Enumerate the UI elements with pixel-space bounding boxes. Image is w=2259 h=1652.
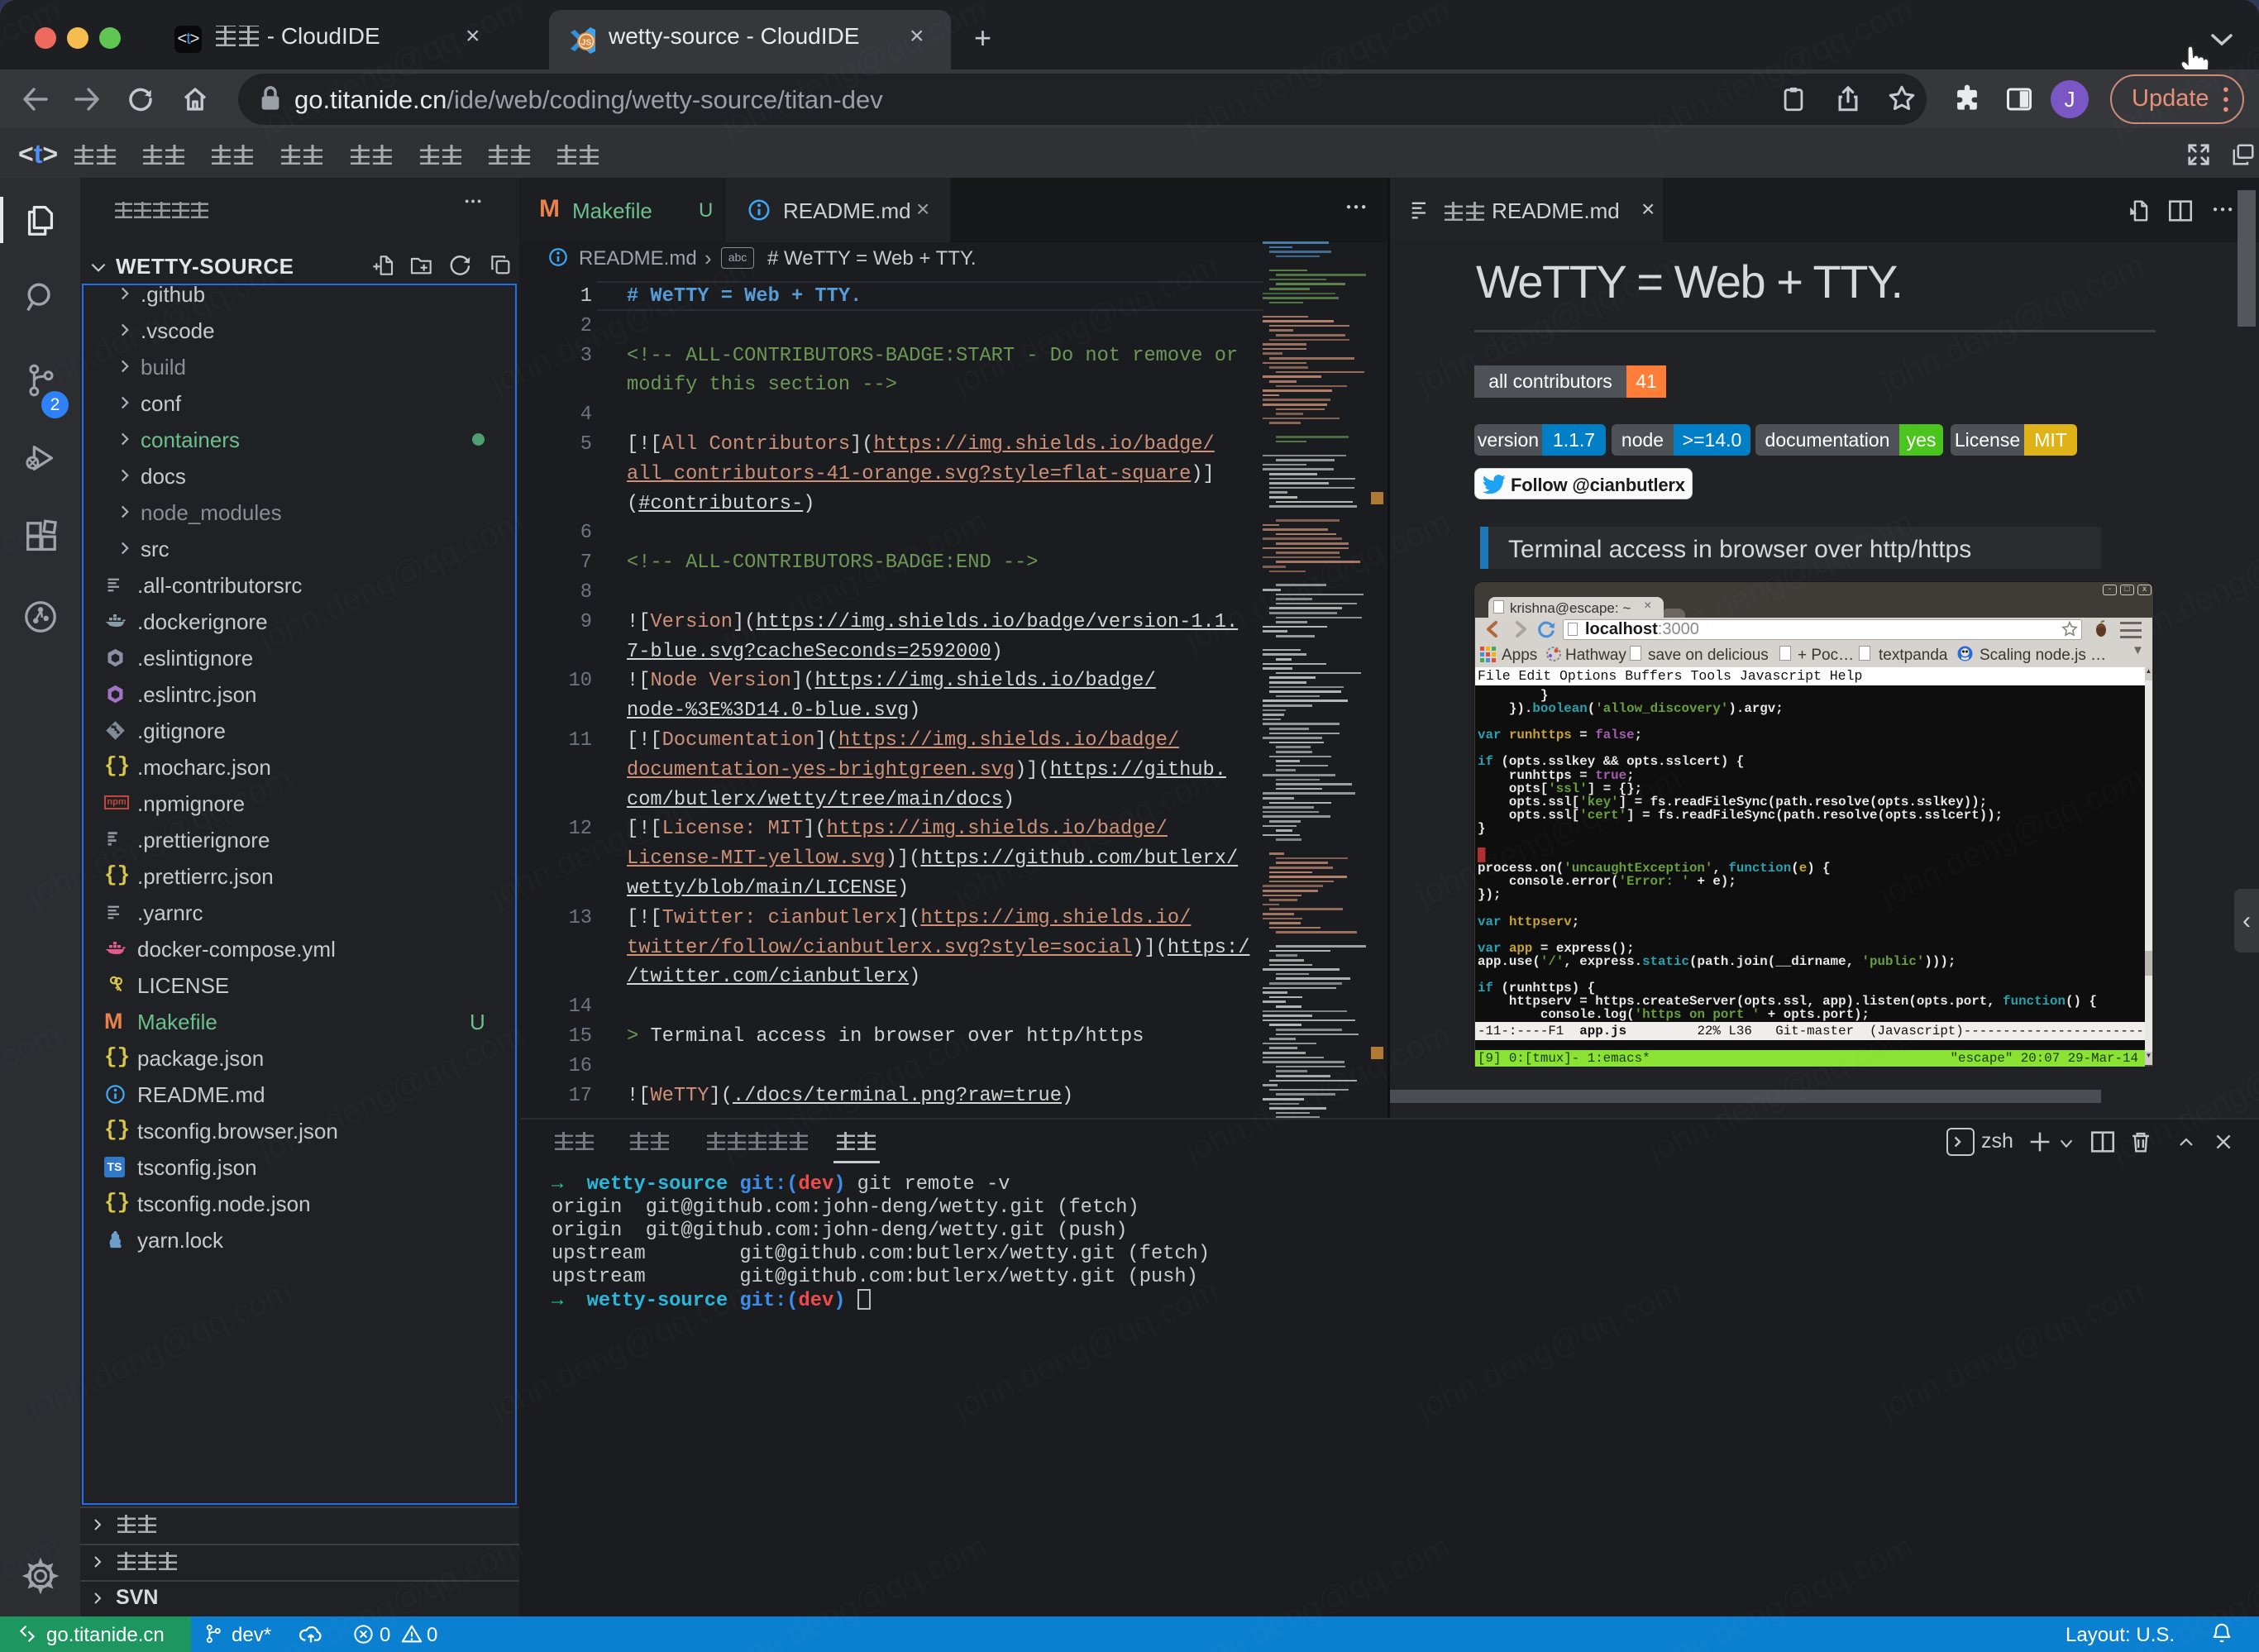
svg-text:JS: JS: [581, 38, 592, 48]
